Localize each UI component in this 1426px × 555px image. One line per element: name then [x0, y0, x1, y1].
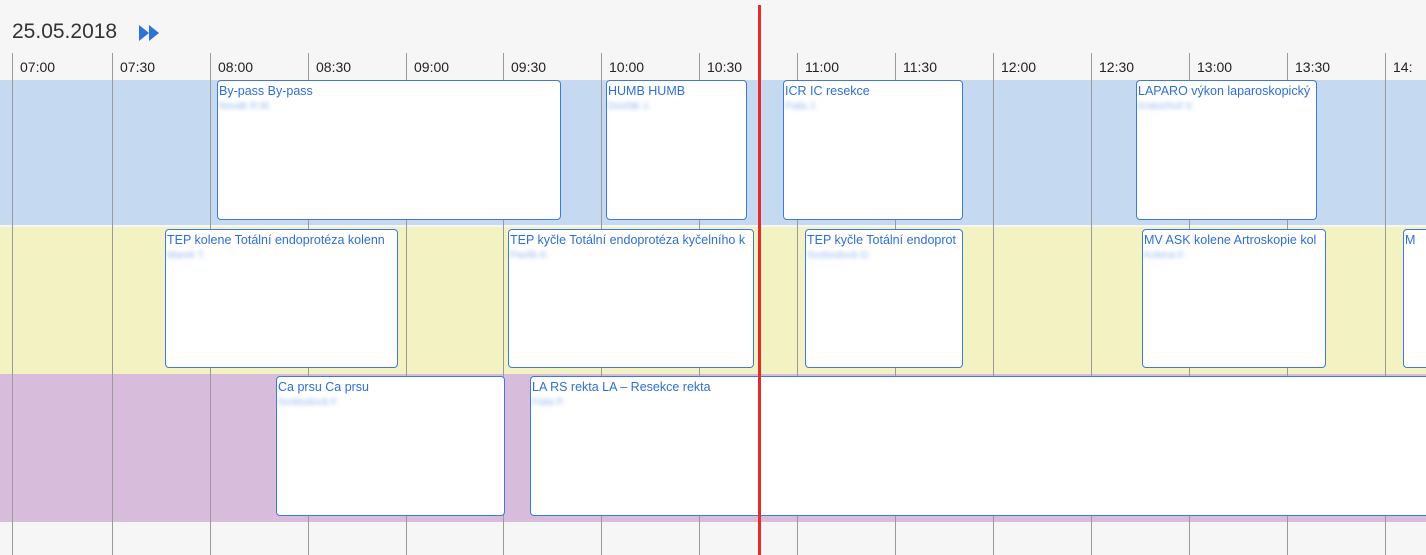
time-tick: 08:00: [218, 59, 254, 75]
grid-line: [12, 53, 13, 555]
time-tick: 14:: [1393, 59, 1413, 75]
booking-surgeon: Svobodová F.: [278, 397, 339, 408]
booking-card[interactable]: Ca prsu Ca prsu Svobodová F.: [276, 376, 505, 516]
lane-empty: [0, 522, 1426, 555]
booking-card[interactable]: TEP kyčle Totální endoprotéza kyčelního …: [508, 229, 754, 368]
booking-surgeon: Pavlík K.: [510, 250, 550, 261]
booking-title: MV ASK kolene Artroskopie kol: [1144, 233, 1317, 247]
time-tick: 11:30: [903, 59, 937, 75]
booking-title: M: [1405, 233, 1416, 247]
booking-title: TEP kyčle Totální endoprot: [807, 233, 956, 247]
booking-title: ICR IC resekce: [785, 84, 870, 98]
time-tick: 13:00: [1197, 59, 1233, 75]
booking-title: LAPARO výkon laparoskopický: [1138, 84, 1311, 98]
booking-card[interactable]: TEP kyčle Totální endoprot Svobodová O.: [805, 229, 963, 368]
time-tick: 11:00: [805, 59, 839, 75]
booking-surgeon: Marek T.: [167, 250, 206, 261]
time-tick: 10:30: [707, 59, 743, 75]
booking-title: TEP kolene Totální endoprotéza kolenn: [167, 233, 385, 247]
booking-surgeon: Kolena F.: [1144, 250, 1186, 261]
booking-title: By-pass By-pass: [219, 84, 313, 98]
time-tick: 07:00: [20, 59, 56, 75]
booking-card[interactable]: MV ASK kolene Artroskopie kol Kolena F.: [1142, 229, 1326, 368]
time-tick: 12:30: [1099, 59, 1135, 75]
booking-surgeon: Fiala J.: [785, 101, 818, 112]
booking-title: TEP kyčle Totální endoprotéza kyčelního …: [510, 233, 746, 247]
booking-card[interactable]: LAPARO výkon laparoskopický Kratochvíl V…: [1136, 80, 1317, 220]
booking-card[interactable]: TEP kolene Totální endoprotéza kolenn Ma…: [165, 229, 398, 368]
booking-card[interactable]: M: [1403, 229, 1426, 368]
time-tick: 08:30: [316, 59, 352, 75]
booking-card[interactable]: LA RS rekta LA – Resekce rekta Fiala P.: [530, 376, 1426, 516]
grid-line: [112, 53, 113, 555]
time-tick: 12:00: [1001, 59, 1037, 75]
current-time-indicator: [758, 5, 761, 555]
booking-card[interactable]: HUMB HUMB Dvořák J.: [606, 80, 747, 220]
booking-surgeon: Novák R.M.: [219, 101, 272, 112]
booking-title: Ca prsu Ca prsu: [278, 380, 370, 394]
time-tick: 10:00: [609, 59, 645, 75]
booking-card[interactable]: By-pass By-pass Novák R.M.: [217, 80, 561, 220]
time-tick: 13:30: [1295, 59, 1331, 75]
booking-surgeon: Svobodová O.: [807, 250, 871, 261]
booking-surgeon: Dvořák J.: [608, 101, 651, 112]
booking-title: LA RS rekta LA – Resekce rekta: [532, 380, 711, 394]
double-chevron-right-icon[interactable]: [138, 24, 162, 42]
date-label: 25.05.2018: [12, 20, 118, 43]
time-tick: 09:00: [414, 59, 450, 75]
booking-surgeon: Kratochvíl V.: [1138, 101, 1194, 112]
booking-card[interactable]: ICR IC resekce Fiala J.: [783, 80, 963, 220]
time-tick: 09:30: [511, 59, 547, 75]
booking-surgeon: Fiala P.: [532, 397, 565, 408]
time-tick: 07:30: [120, 59, 156, 75]
booking-title: HUMB HUMB: [608, 84, 686, 98]
